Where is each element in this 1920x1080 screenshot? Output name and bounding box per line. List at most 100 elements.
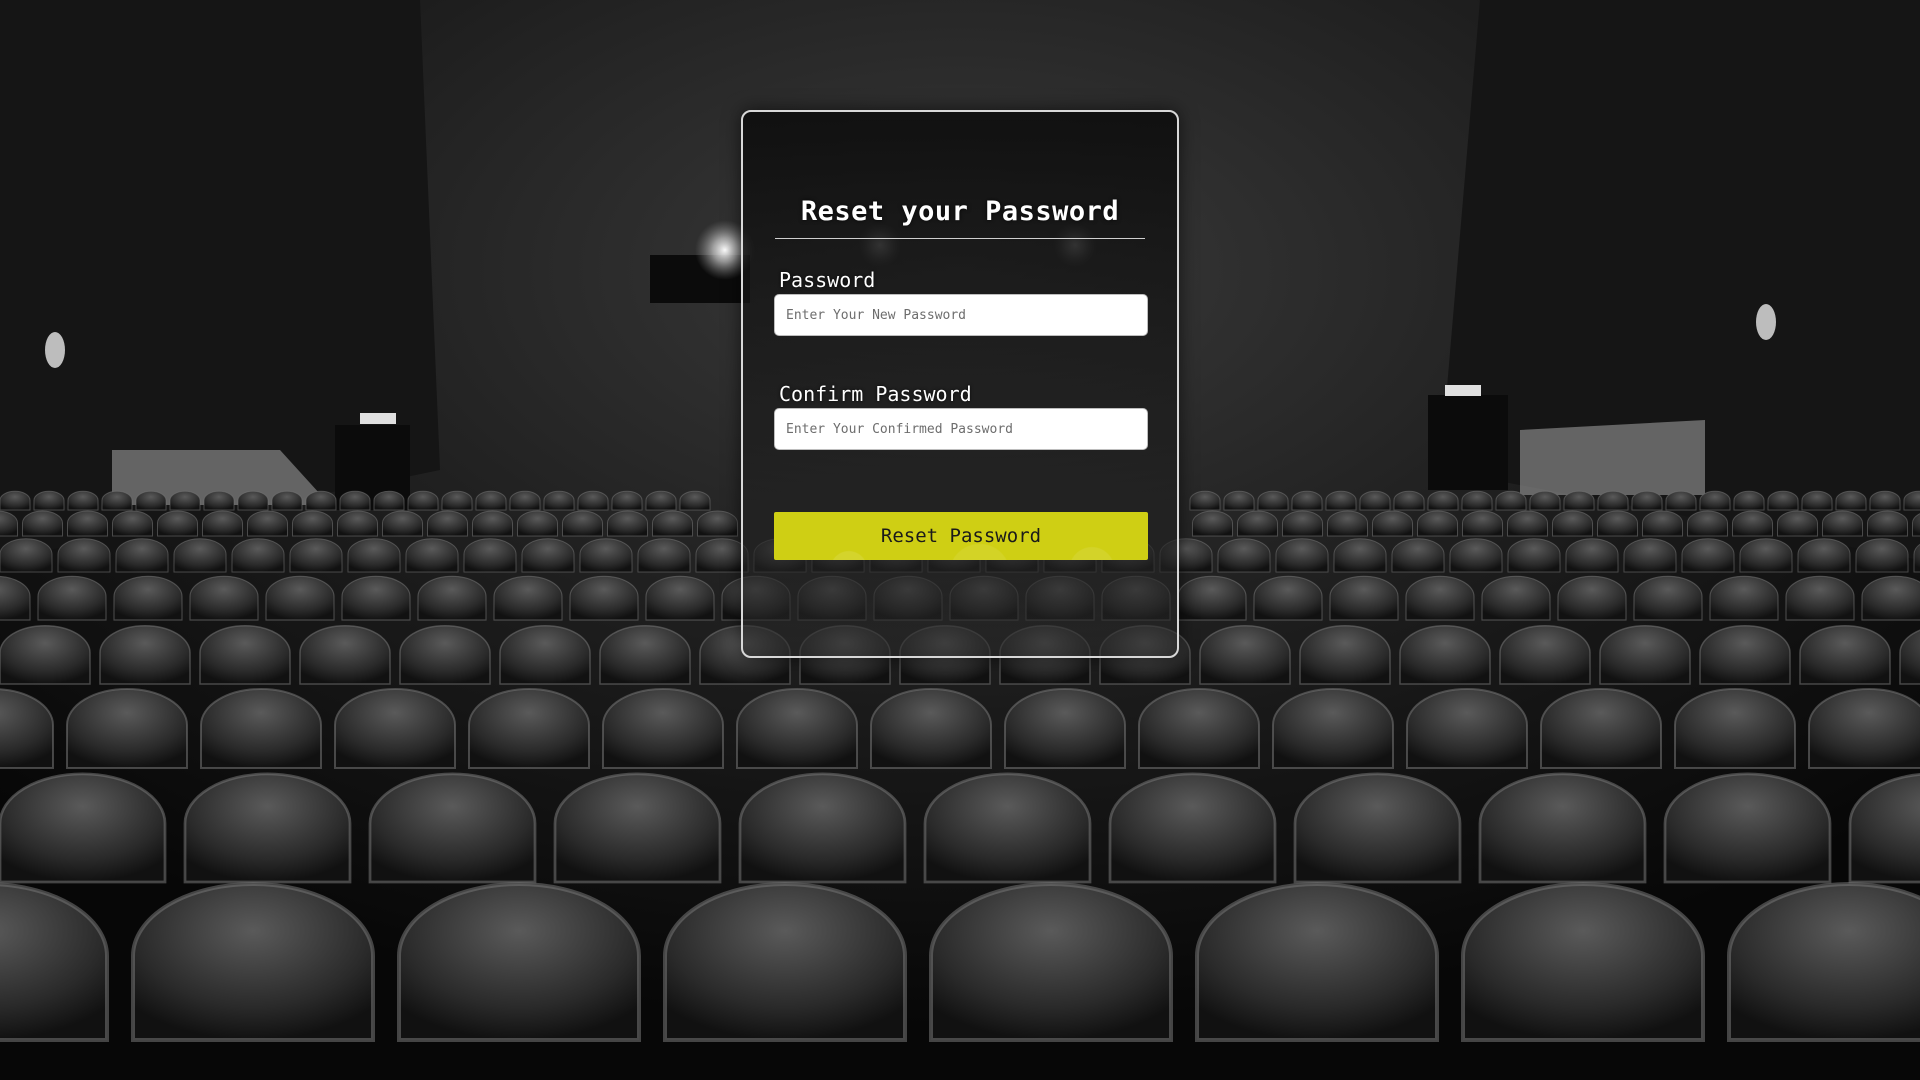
seat-shape bbox=[611, 490, 643, 511]
seat-shape bbox=[169, 490, 201, 511]
seat-shape bbox=[1195, 882, 1439, 1042]
seat-shape bbox=[337, 510, 378, 537]
seat-shape bbox=[1631, 490, 1663, 511]
seat-shape bbox=[1223, 490, 1255, 511]
seat-shape bbox=[521, 538, 575, 573]
seat-shape bbox=[37, 575, 107, 621]
seat-shape bbox=[1417, 510, 1458, 537]
seat-shape bbox=[1663, 772, 1832, 884]
seat-shape bbox=[1785, 575, 1855, 621]
seat-shape bbox=[1797, 538, 1851, 573]
seat-shape bbox=[1835, 490, 1867, 511]
seat-shape bbox=[1727, 882, 1920, 1042]
seat-shape bbox=[1293, 772, 1462, 884]
seat-shape bbox=[1427, 490, 1459, 511]
seat-shape bbox=[1529, 490, 1561, 511]
seat-shape bbox=[199, 625, 291, 685]
seat-shape bbox=[101, 490, 133, 511]
seat-shape bbox=[1599, 625, 1691, 685]
seat-shape bbox=[579, 538, 633, 573]
seat-shape bbox=[1563, 490, 1595, 511]
seat-shape bbox=[1138, 688, 1260, 769]
seat-shape bbox=[202, 510, 243, 537]
seat-shape bbox=[1405, 575, 1475, 621]
seat-shape bbox=[1633, 575, 1703, 621]
seat-shape bbox=[292, 510, 333, 537]
page-title: Reset your Password bbox=[800, 196, 1120, 227]
seat-shape bbox=[22, 510, 63, 537]
seat-shape bbox=[1642, 510, 1683, 537]
seat-shape bbox=[475, 490, 507, 511]
seat-shape bbox=[1687, 510, 1728, 537]
seat-shape bbox=[189, 575, 259, 621]
seat-shape bbox=[289, 538, 343, 573]
seat-shape bbox=[1217, 538, 1271, 573]
seat-shape bbox=[33, 490, 65, 511]
seat-shape bbox=[203, 490, 235, 511]
seat-shape bbox=[1329, 575, 1399, 621]
seat-shape bbox=[231, 538, 285, 573]
seat-shape bbox=[602, 688, 724, 769]
seat-shape bbox=[1327, 510, 1368, 537]
seat-shape bbox=[1393, 490, 1425, 511]
seat-shape bbox=[368, 772, 537, 884]
seat-shape bbox=[1597, 490, 1629, 511]
seat-shape bbox=[1495, 490, 1527, 511]
seat-shape bbox=[1733, 490, 1765, 511]
seat-shape bbox=[1499, 625, 1591, 685]
seat-shape bbox=[0, 625, 91, 685]
password-label: Password bbox=[779, 268, 876, 292]
seat-shape bbox=[1540, 688, 1662, 769]
seat-shape bbox=[1507, 538, 1561, 573]
seat-shape bbox=[299, 625, 391, 685]
seat-shape bbox=[1257, 490, 1289, 511]
seat-shape bbox=[562, 510, 603, 537]
seat-shape bbox=[305, 490, 337, 511]
seat-shape bbox=[1391, 538, 1445, 573]
seat-shape bbox=[173, 538, 227, 573]
seat-shape bbox=[645, 490, 677, 511]
seat-shape bbox=[67, 510, 108, 537]
seat-shape bbox=[738, 772, 907, 884]
seat-shape bbox=[1808, 688, 1920, 769]
seat-shape bbox=[1699, 490, 1731, 511]
seat-shape bbox=[1822, 510, 1863, 537]
seat-shape bbox=[427, 510, 468, 537]
seat-shape bbox=[339, 490, 371, 511]
seat-shape bbox=[1275, 538, 1329, 573]
seat-shape bbox=[99, 625, 191, 685]
seat-shape bbox=[1399, 625, 1491, 685]
seat-shape bbox=[0, 538, 53, 573]
seat-shape bbox=[1855, 538, 1909, 573]
confirm-password-input[interactable] bbox=[774, 408, 1148, 450]
seat-shape bbox=[1732, 510, 1773, 537]
seat-shape bbox=[1272, 688, 1394, 769]
seat-shape bbox=[736, 688, 858, 769]
seat-shape bbox=[1333, 538, 1387, 573]
seat-shape bbox=[663, 882, 907, 1042]
confirm-password-label: Confirm Password bbox=[779, 382, 972, 406]
seat-shape bbox=[543, 490, 575, 511]
seat-shape bbox=[382, 510, 423, 537]
seat-shape bbox=[135, 490, 167, 511]
seat-shape bbox=[1192, 510, 1233, 537]
reset-password-button[interactable]: Reset Password bbox=[774, 512, 1148, 560]
seat-shape bbox=[271, 490, 303, 511]
seat-shape bbox=[57, 538, 111, 573]
password-input[interactable] bbox=[774, 294, 1148, 336]
seat-shape bbox=[468, 688, 590, 769]
seat-shape bbox=[200, 688, 322, 769]
seat-shape bbox=[1325, 490, 1357, 511]
seat-shape bbox=[1557, 575, 1627, 621]
seat-shape bbox=[1189, 490, 1221, 511]
seat-shape bbox=[407, 490, 439, 511]
seat-shape bbox=[1108, 772, 1277, 884]
seat-shape bbox=[499, 625, 591, 685]
seat-shape bbox=[347, 538, 401, 573]
seat-shape bbox=[1462, 510, 1503, 537]
seat-shape bbox=[1623, 538, 1677, 573]
seat-shape bbox=[645, 575, 715, 621]
seat-shape bbox=[1461, 490, 1493, 511]
seat-shape bbox=[1449, 538, 1503, 573]
seat-shape bbox=[929, 882, 1173, 1042]
